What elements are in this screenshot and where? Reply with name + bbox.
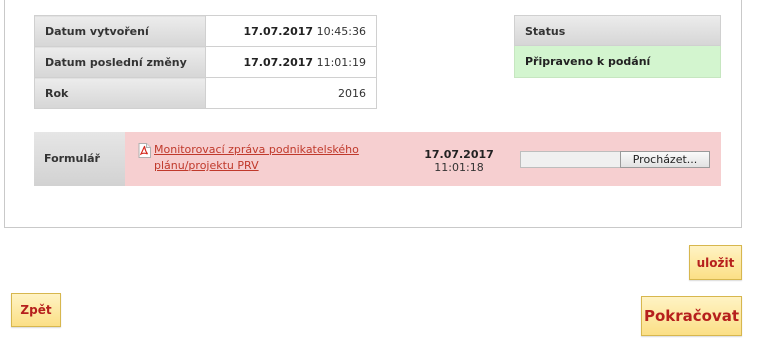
table-row: Rok 2016 xyxy=(34,77,377,109)
year-value: 2016 xyxy=(205,77,377,109)
modified-time: 11:01:19 xyxy=(316,55,366,69)
form-date: 17.07.2017 xyxy=(424,148,494,161)
info-table: Datum vytvoření 17.07.2017 10:45:36 Datu… xyxy=(34,15,377,109)
status-badge: Připraveno k podání xyxy=(514,46,721,78)
file-path-field[interactable] xyxy=(520,151,621,168)
form-file-link[interactable]: Monitorovací zpráva podnikatelského plán… xyxy=(154,142,374,174)
save-button[interactable]: uložit xyxy=(689,245,742,280)
status-header: Status xyxy=(514,15,721,46)
continue-button[interactable]: Pokračovat xyxy=(641,296,742,336)
year-label: Rok xyxy=(34,77,206,109)
file-upload: Procházet... xyxy=(520,151,710,168)
table-row: Datum poslední změny 17.07.2017 11:01:19 xyxy=(34,46,377,78)
table-row: Datum vytvoření 17.07.2017 10:45:36 xyxy=(34,15,377,47)
pdf-icon xyxy=(138,143,151,158)
browse-button[interactable]: Procházet... xyxy=(620,151,710,168)
modified-date-label: Datum poslední změny xyxy=(34,46,206,78)
modified-date-value: 17.07.2017 11:01:19 xyxy=(205,46,377,78)
form-label: Formulář xyxy=(34,132,125,186)
status-box: Status Připraveno k podání xyxy=(514,15,721,78)
created-date-value: 17.07.2017 10:45:36 xyxy=(205,15,377,47)
form-row: Formulář Monitorovací zpráva podnikatels… xyxy=(34,132,721,186)
created-date: 17.07.2017 xyxy=(243,24,314,38)
content-panel: Datum vytvoření 17.07.2017 10:45:36 Datu… xyxy=(4,0,742,228)
form-time: 11:01:18 xyxy=(434,161,484,174)
created-time: 10:45:36 xyxy=(316,24,366,38)
back-button[interactable]: Zpět xyxy=(11,293,61,327)
created-date-label: Datum vytvoření xyxy=(34,15,206,47)
form-timestamp: 17.07.2017 11:01:18 xyxy=(414,148,504,174)
modified-date: 17.07.2017 xyxy=(243,55,314,69)
